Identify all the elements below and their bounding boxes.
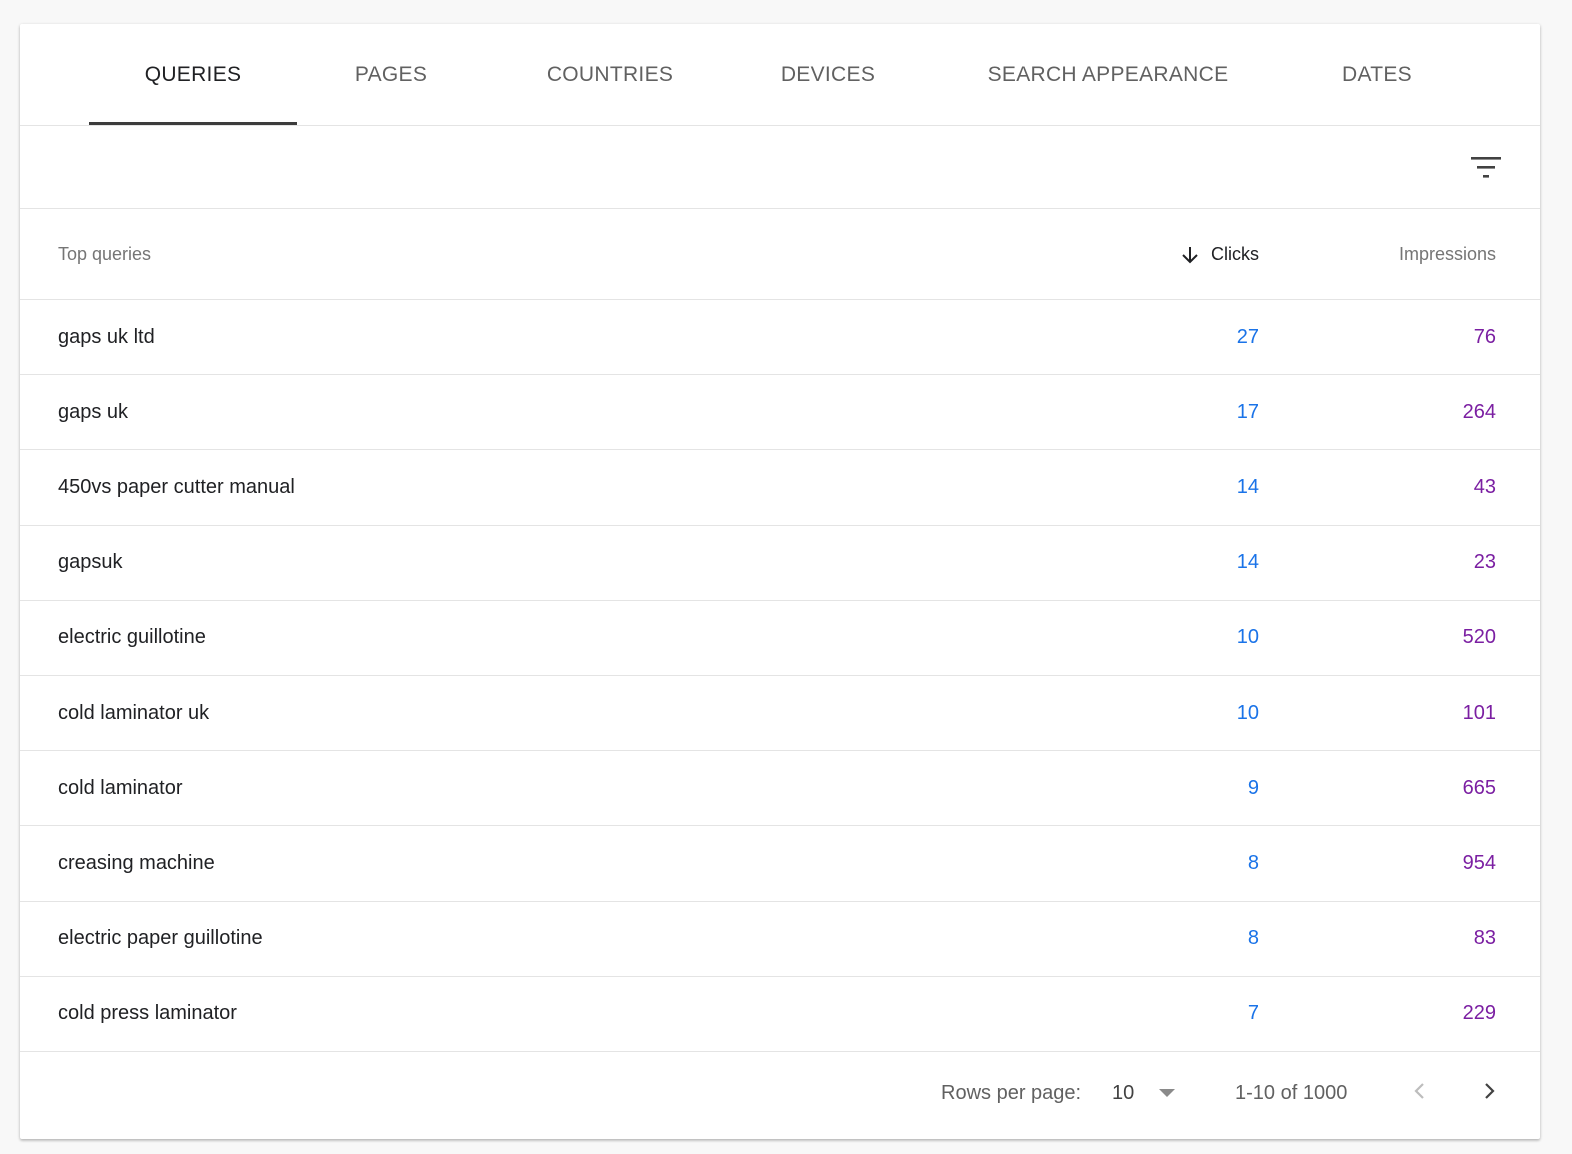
query-cell: cold laminator xyxy=(58,776,183,799)
clicks-cell: 27 xyxy=(1236,325,1259,348)
clicks-cell: 9 xyxy=(1247,776,1259,799)
table-row[interactable]: gapsuk 14 23 xyxy=(20,526,1540,601)
pagination-footer: Rows per page: 10 1-10 of 1000 xyxy=(20,1052,1540,1140)
active-tab-indicator xyxy=(89,122,297,125)
column-header-clicks[interactable]: Clicks xyxy=(1179,209,1259,299)
clicks-cell: 17 xyxy=(1236,400,1259,423)
impressions-cell: 229 xyxy=(1462,1002,1496,1025)
clicks-cell: 10 xyxy=(1236,701,1259,724)
query-cell: 450vs paper cutter manual xyxy=(58,475,295,498)
chevron-right-icon xyxy=(1479,1081,1499,1107)
previous-page-button[interactable] xyxy=(1400,1074,1440,1114)
tab-queries[interactable]: QUERIES xyxy=(89,24,297,125)
clicks-cell: 7 xyxy=(1247,1002,1259,1025)
next-page-button[interactable] xyxy=(1469,1074,1509,1114)
arrow-down-icon xyxy=(1179,244,1201,266)
query-cell: electric paper guillotine xyxy=(58,927,263,950)
chevron-left-icon xyxy=(1410,1081,1430,1107)
tab-devices[interactable]: DEVICES xyxy=(765,24,891,125)
query-cell: cold laminator uk xyxy=(58,701,210,724)
table-body: gaps uk ltd 27 76 gaps uk 17 264 450vs p… xyxy=(20,300,1540,1052)
tab-countries[interactable]: COUNTRIES xyxy=(525,24,695,125)
tab-search-appearance[interactable]: SEARCH APPEARANCE xyxy=(970,24,1246,125)
column-header-query: Top queries xyxy=(58,243,152,264)
column-header-impressions[interactable]: Impressions xyxy=(1399,209,1496,299)
table-row[interactable]: electric guillotine 10 520 xyxy=(20,601,1540,676)
pagination-range: 1-10 of 1000 xyxy=(1235,1081,1348,1104)
tab-dates[interactable]: DATES xyxy=(1316,24,1438,125)
query-cell: cold press laminator xyxy=(58,1002,237,1025)
query-cell: gaps uk ltd xyxy=(58,325,155,348)
query-cell: electric guillotine xyxy=(58,626,206,649)
impressions-cell: 520 xyxy=(1462,626,1496,649)
query-cell: gaps uk xyxy=(58,400,129,423)
table-row[interactable]: creasing machine 8 954 xyxy=(20,826,1540,902)
clicks-cell: 10 xyxy=(1236,626,1259,649)
table-row[interactable]: cold laminator uk 10 101 xyxy=(20,676,1540,752)
table-row[interactable]: cold laminator 9 665 xyxy=(20,751,1540,827)
query-cell: gapsuk xyxy=(58,551,123,574)
table-row[interactable]: 450vs paper cutter manual 14 43 xyxy=(20,450,1540,526)
dropdown-caret-icon xyxy=(1159,1088,1175,1097)
table-row[interactable]: electric paper guillotine 8 83 xyxy=(20,902,1540,977)
filter-list-icon[interactable] xyxy=(1468,150,1504,186)
table-row[interactable]: cold press laminator 7 229 xyxy=(20,977,1540,1052)
impressions-cell: 665 xyxy=(1462,776,1496,799)
rows-per-page-select[interactable]: 10 xyxy=(1112,1076,1182,1112)
impressions-cell: 43 xyxy=(1473,475,1496,498)
impressions-cell: 83 xyxy=(1473,927,1496,950)
table-header: Top queries Clicks Impressions xyxy=(20,209,1540,300)
table-row[interactable]: gaps uk ltd 27 76 xyxy=(20,300,1540,376)
tab-pages[interactable]: PAGES xyxy=(327,24,455,125)
clicks-cell: 8 xyxy=(1247,927,1259,950)
rows-per-page-label: Rows per page: xyxy=(941,1081,1082,1104)
clicks-cell: 14 xyxy=(1236,551,1259,574)
table-row[interactable]: gaps uk 17 264 xyxy=(20,375,1540,451)
impressions-cell: 101 xyxy=(1462,701,1496,724)
rows-per-page-value: 10 xyxy=(1112,1082,1135,1105)
impressions-cell: 954 xyxy=(1462,851,1496,874)
impressions-cell: 264 xyxy=(1462,400,1496,423)
column-header-clicks-label: Clicks xyxy=(1211,243,1259,264)
filter-bar xyxy=(20,126,1540,209)
dimension-tabs: QUERIES PAGES COUNTRIES DEVICES SEARCH A… xyxy=(20,24,1540,126)
impressions-cell: 76 xyxy=(1473,325,1496,348)
impressions-cell: 23 xyxy=(1473,551,1496,574)
clicks-cell: 8 xyxy=(1247,851,1259,874)
performance-table-card: QUERIES PAGES COUNTRIES DEVICES SEARCH A… xyxy=(20,24,1540,1139)
query-cell: creasing machine xyxy=(58,851,215,874)
clicks-cell: 14 xyxy=(1236,475,1259,498)
